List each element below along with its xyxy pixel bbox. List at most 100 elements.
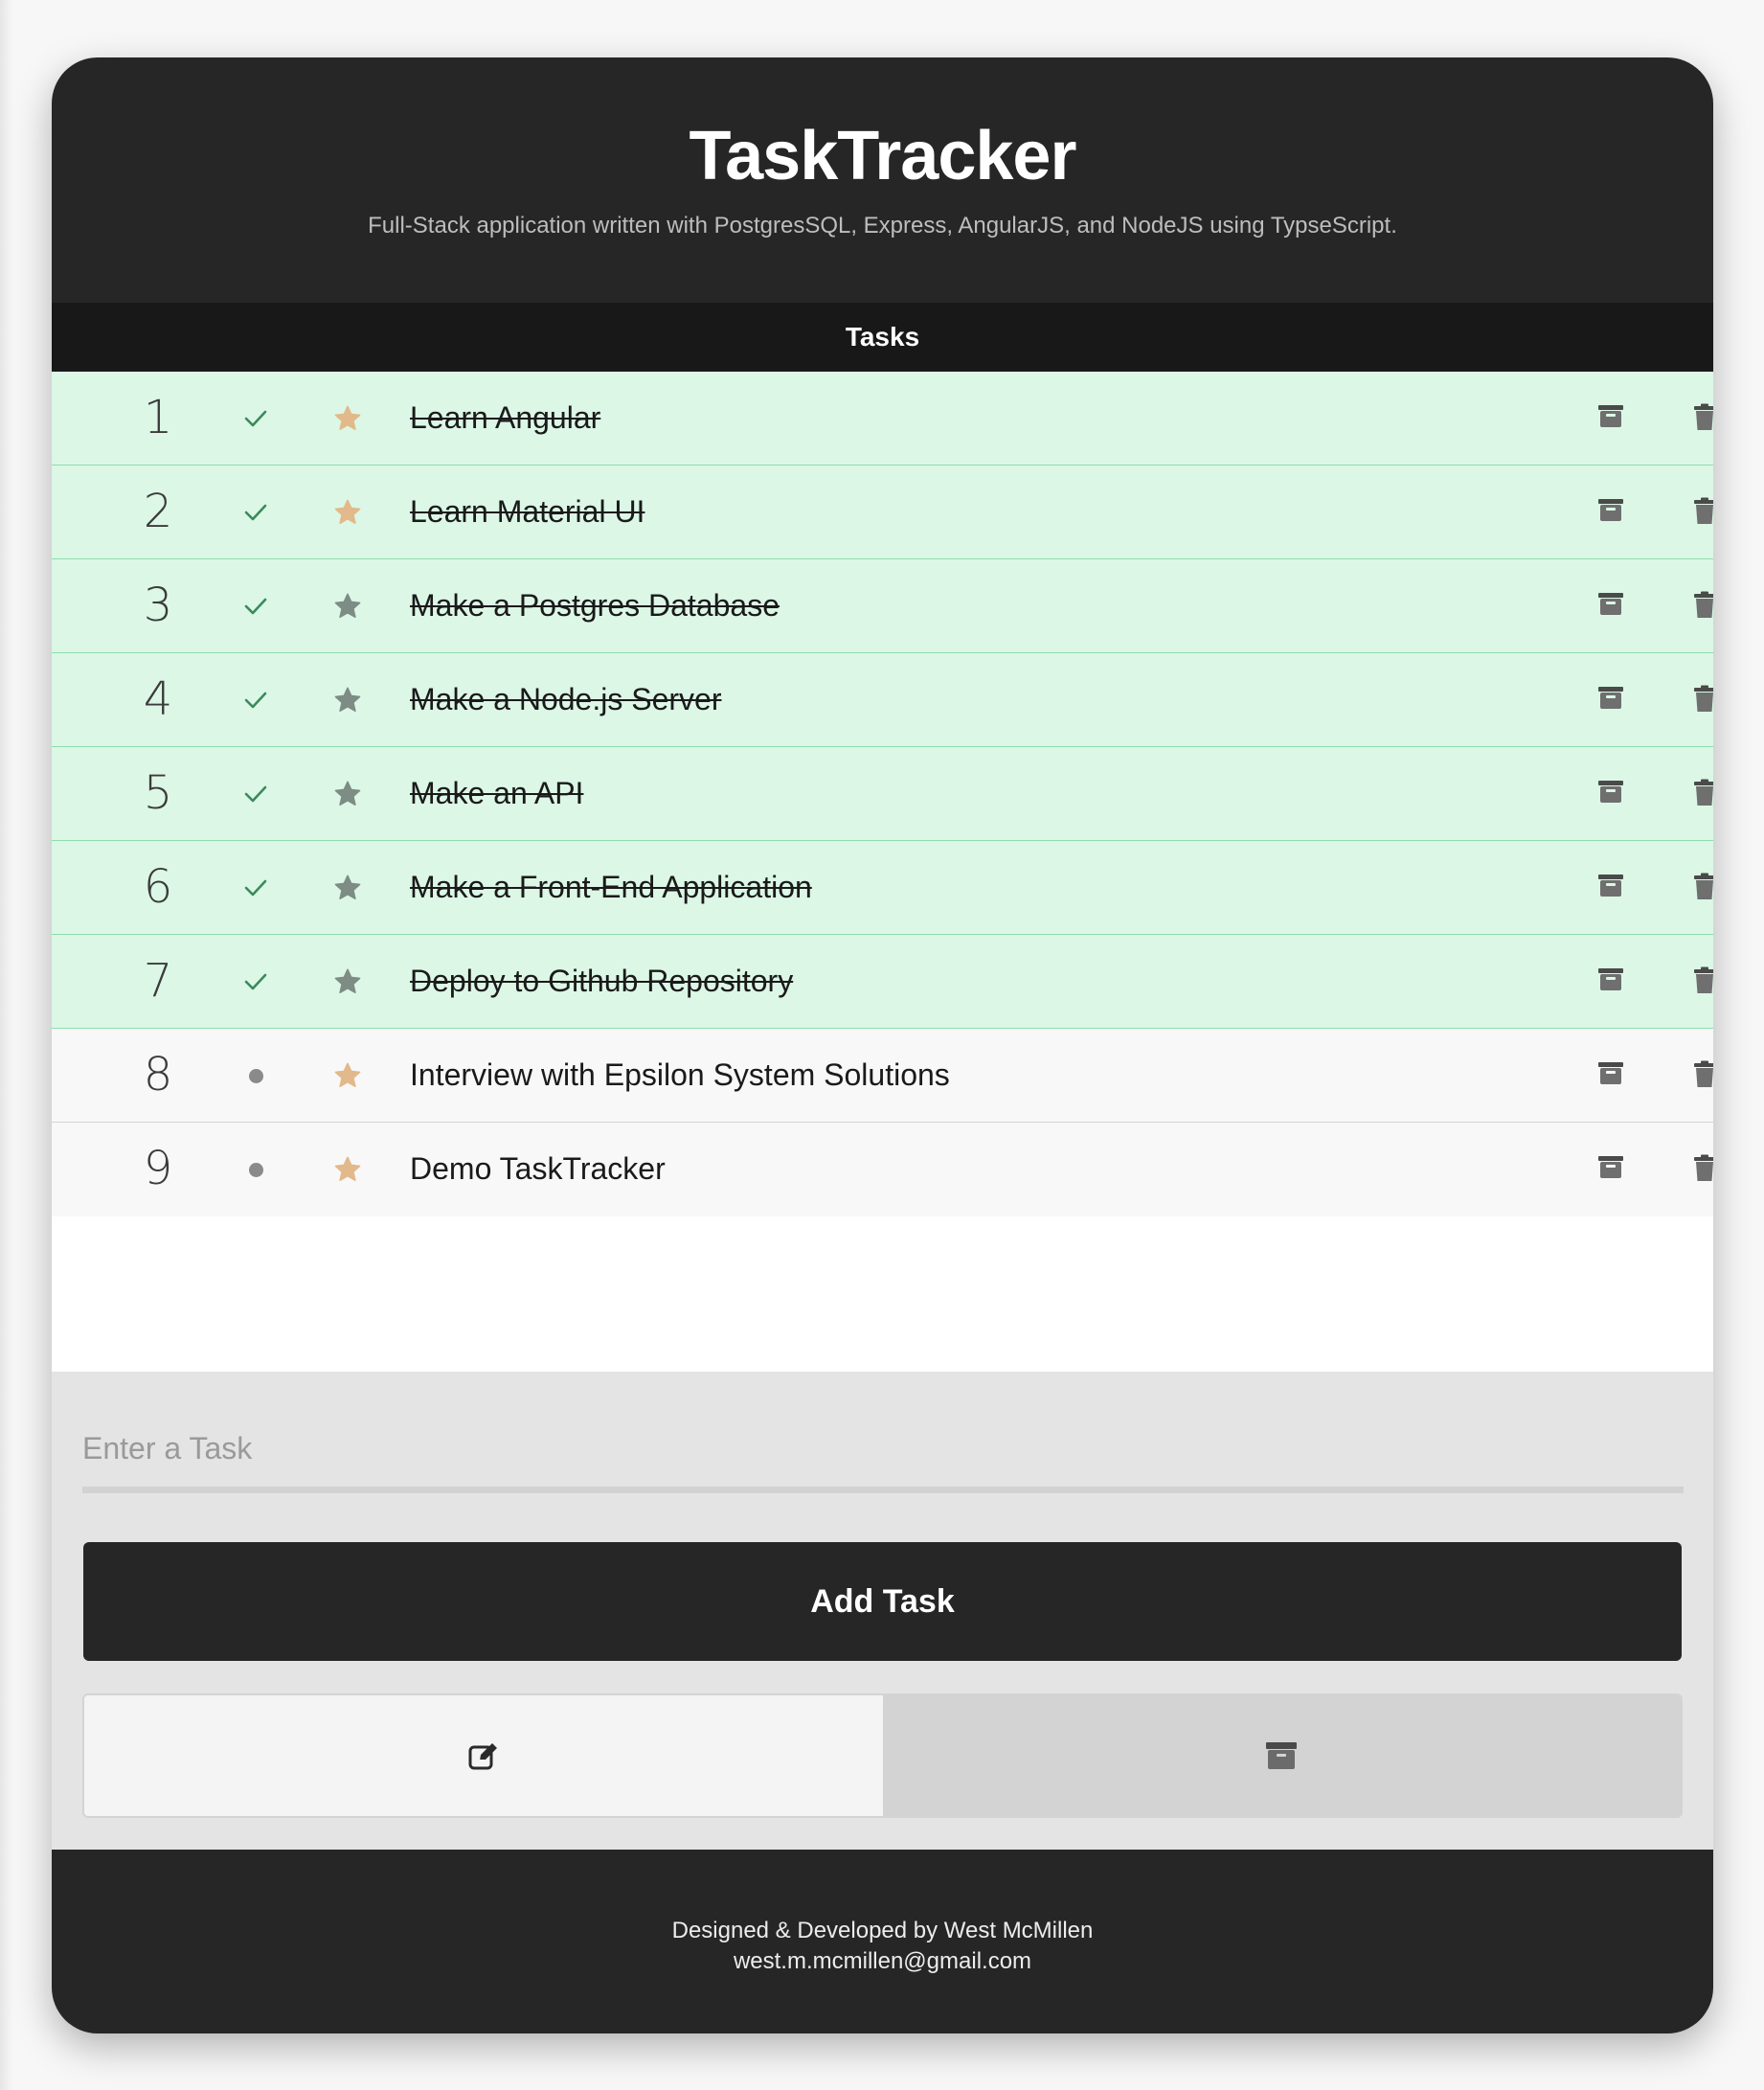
trash-icon bbox=[1694, 1154, 1713, 1181]
task-number: 7 bbox=[143, 954, 173, 1008]
app-header: TaskTracker Full-Stack application writt… bbox=[52, 57, 1713, 303]
task-text: Interview with Epsilon System Solutions bbox=[410, 1057, 950, 1092]
task-row[interactable]: 8 Interview with Epsilon System Solutions bbox=[52, 1029, 1713, 1123]
task-number: 6 bbox=[143, 860, 173, 914]
app-footer: Designed & Developed by West McMillen we… bbox=[52, 1850, 1713, 2033]
check-icon bbox=[244, 879, 267, 897]
archive-icon bbox=[1598, 781, 1623, 803]
star-icon bbox=[334, 1062, 361, 1087]
add-task-button[interactable]: Add Task bbox=[83, 1542, 1682, 1661]
check-icon bbox=[244, 785, 267, 803]
archive-icon bbox=[1266, 1742, 1298, 1769]
star-icon bbox=[334, 1156, 361, 1181]
complete-toggle[interactable] bbox=[239, 872, 272, 904]
complete-toggle[interactable] bbox=[239, 590, 272, 623]
task-row[interactable]: 3 Make a Postgres Database bbox=[52, 559, 1713, 653]
archive-task-button[interactable] bbox=[1596, 1060, 1625, 1089]
task-number: 2 bbox=[143, 485, 173, 538]
task-input[interactable] bbox=[82, 1410, 1684, 1493]
delete-task-button[interactable] bbox=[1691, 497, 1713, 526]
trash-icon bbox=[1694, 591, 1713, 618]
footer-email[interactable]: west.m.mcmillen@gmail.com bbox=[52, 1946, 1713, 1977]
archive-task-button[interactable] bbox=[1596, 403, 1625, 432]
complete-toggle[interactable] bbox=[239, 402, 272, 435]
task-number: 1 bbox=[143, 391, 173, 444]
complete-toggle[interactable] bbox=[239, 965, 272, 998]
view-toggle bbox=[82, 1693, 1683, 1818]
task-text: Learn Angular bbox=[410, 400, 601, 435]
archive-icon bbox=[1598, 499, 1623, 521]
task-row[interactable]: 9 Demo TaskTracker bbox=[52, 1123, 1713, 1216]
star-toggle[interactable] bbox=[332, 779, 363, 809]
delete-task-button[interactable] bbox=[1691, 403, 1713, 432]
incomplete-toggle[interactable] bbox=[239, 1059, 272, 1092]
star-icon bbox=[334, 875, 361, 899]
task-number: 5 bbox=[143, 766, 173, 820]
trash-icon bbox=[1694, 1060, 1713, 1087]
archive-icon bbox=[1598, 1156, 1623, 1178]
task-number: 9 bbox=[143, 1142, 173, 1195]
archive-task-button[interactable] bbox=[1596, 966, 1625, 995]
star-icon bbox=[334, 687, 361, 712]
delete-task-button[interactable] bbox=[1691, 779, 1713, 807]
app-card: TaskTracker Full-Stack application writt… bbox=[52, 57, 1713, 2033]
delete-task-button[interactable] bbox=[1691, 1060, 1713, 1089]
star-toggle[interactable] bbox=[332, 1060, 363, 1091]
check-icon bbox=[244, 973, 267, 990]
archive-task-button[interactable] bbox=[1596, 685, 1625, 714]
star-icon bbox=[334, 499, 361, 524]
task-text: Make a Postgres Database bbox=[410, 588, 780, 623]
delete-task-button[interactable] bbox=[1691, 966, 1713, 995]
star-toggle[interactable] bbox=[332, 591, 363, 622]
archive-task-button[interactable] bbox=[1596, 591, 1625, 620]
delete-task-button[interactable] bbox=[1691, 685, 1713, 714]
archive-task-button[interactable] bbox=[1596, 873, 1625, 901]
delete-task-button[interactable] bbox=[1691, 873, 1713, 901]
star-icon bbox=[334, 593, 361, 618]
incomplete-toggle[interactable] bbox=[239, 1153, 272, 1186]
task-list: 1 Learn Angular 2 Learn Material UI 3 Make a … bbox=[52, 372, 1713, 1372]
archive-task-button[interactable] bbox=[1596, 497, 1625, 526]
complete-toggle[interactable] bbox=[239, 496, 272, 529]
delete-task-button[interactable] bbox=[1691, 1154, 1713, 1183]
task-row[interactable]: 5 Make an API bbox=[52, 747, 1713, 841]
task-row[interactable]: 7 Deploy to Github Repository bbox=[52, 935, 1713, 1029]
footer-credit: Designed & Developed by West McMillen bbox=[671, 1918, 1094, 1943]
complete-toggle[interactable] bbox=[239, 778, 272, 810]
dot-icon bbox=[248, 1068, 263, 1083]
task-text: Deploy to Github Repository bbox=[410, 964, 794, 998]
star-icon bbox=[334, 968, 361, 993]
check-icon bbox=[244, 504, 267, 521]
task-text: Make a Front-End Application bbox=[410, 870, 812, 904]
star-toggle[interactable] bbox=[332, 685, 363, 716]
trash-icon bbox=[1694, 873, 1713, 899]
task-row[interactable]: 6 Make a Front-End Application bbox=[52, 841, 1713, 935]
task-text: Demo TaskTracker bbox=[410, 1151, 666, 1186]
trash-icon bbox=[1694, 779, 1713, 806]
trash-icon bbox=[1694, 497, 1713, 524]
archive-task-button[interactable] bbox=[1596, 1154, 1625, 1183]
task-row[interactable]: 2 Learn Material UI bbox=[52, 466, 1713, 559]
star-toggle[interactable] bbox=[332, 1154, 363, 1185]
archive-view-tab[interactable] bbox=[882, 1695, 1681, 1816]
star-toggle[interactable] bbox=[332, 403, 363, 434]
star-toggle[interactable] bbox=[332, 966, 363, 997]
task-row[interactable]: 1 Learn Angular bbox=[52, 372, 1713, 466]
trash-icon bbox=[1694, 685, 1713, 712]
tasks-heading: Tasks bbox=[52, 303, 1713, 372]
archive-task-button[interactable] bbox=[1596, 779, 1625, 807]
task-text: Make a Node.js Server bbox=[410, 682, 722, 716]
star-toggle[interactable] bbox=[332, 497, 363, 528]
task-text: Learn Material UI bbox=[410, 494, 645, 529]
complete-toggle[interactable] bbox=[239, 684, 272, 716]
check-icon bbox=[244, 410, 267, 427]
task-text: Make an API bbox=[410, 776, 584, 810]
edit-view-tab[interactable] bbox=[84, 1695, 883, 1816]
task-row[interactable]: 4 Make a Node.js Server bbox=[52, 653, 1713, 747]
star-icon bbox=[334, 405, 361, 430]
star-toggle[interactable] bbox=[332, 873, 363, 903]
archive-icon bbox=[1598, 405, 1623, 427]
task-number: 4 bbox=[143, 672, 173, 726]
trash-icon bbox=[1694, 966, 1713, 993]
delete-task-button[interactable] bbox=[1691, 591, 1713, 620]
